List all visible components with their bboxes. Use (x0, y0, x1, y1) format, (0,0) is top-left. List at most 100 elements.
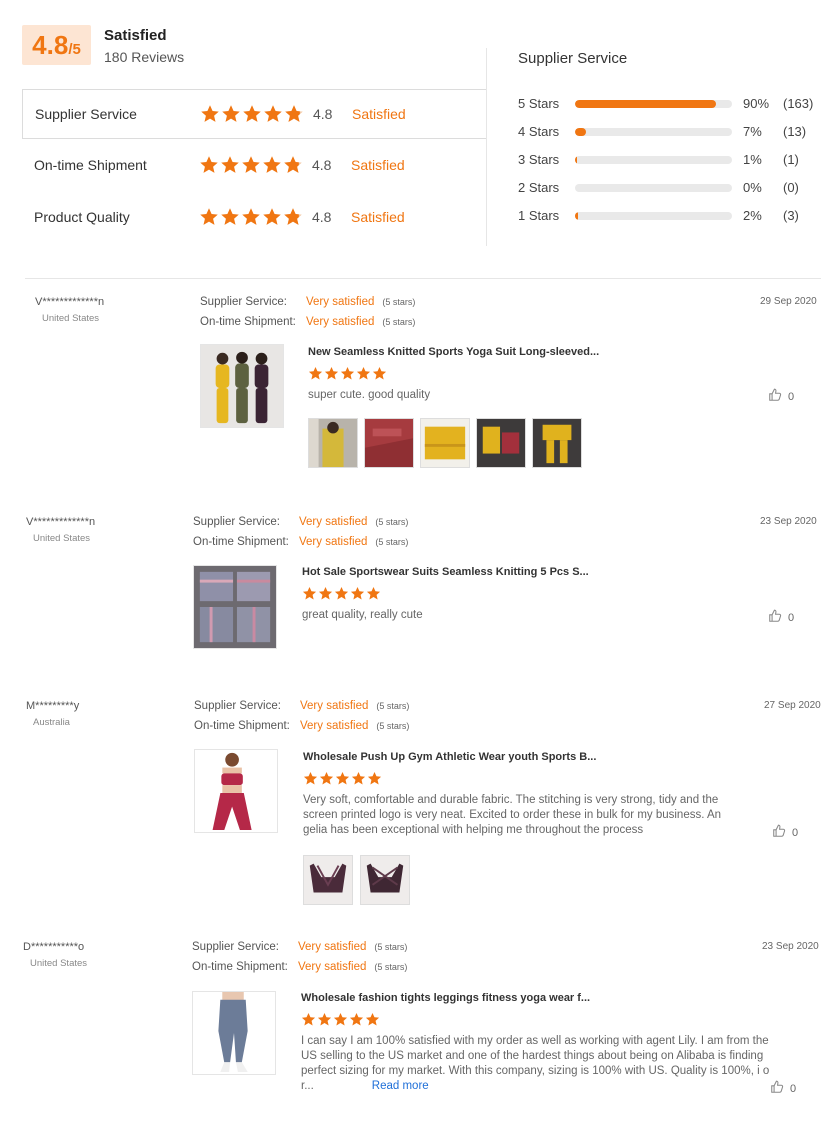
distribution-percent: 90% (743, 96, 770, 111)
star-icon (301, 1012, 316, 1027)
review-photos (303, 855, 410, 905)
distribution-count: (0) (783, 180, 799, 195)
distribution-fill (575, 100, 717, 108)
like-button[interactable]: 0 (770, 1080, 796, 1097)
product-image (193, 992, 275, 1074)
star-icon (317, 1012, 332, 1027)
like-count: 0 (792, 826, 799, 839)
like-button[interactable]: 0 (768, 609, 794, 626)
distribution-count: (1) (783, 152, 799, 167)
product-title[interactable]: Wholesale Push Up Gym Athletic Wear yout… (303, 751, 596, 763)
shipment-rating: On-time Shipment: Very satisfied (5 stars) (194, 720, 409, 732)
meta-value: Very satisfied (306, 316, 375, 328)
meta-label: On-time Shipment: (192, 961, 288, 973)
like-button[interactable]: 0 (772, 824, 798, 841)
category-stars (199, 155, 303, 175)
star-icon (350, 586, 365, 601)
category-name: On-time Shipment (34, 157, 147, 173)
like-button[interactable]: 0 (768, 388, 794, 405)
review-stars (302, 586, 381, 601)
distribution-label: 4 Stars (518, 124, 560, 139)
distribution-row-5: 5 Stars 90% (163) (518, 94, 818, 114)
product-image (194, 566, 276, 648)
category-product-quality[interactable]: Product Quality 4.8 Satisfied (22, 193, 486, 243)
star-half-icon (283, 155, 303, 175)
meta-stars: (5 stars) (376, 721, 410, 731)
meta-value: Very satisfied (299, 536, 368, 548)
reviews-divider (25, 278, 821, 279)
review-text: super cute. good quality (308, 389, 431, 401)
category-status: Satisfied (351, 157, 405, 173)
review-photo[interactable] (308, 418, 358, 468)
star-icon (221, 104, 241, 124)
like-count: 0 (788, 611, 795, 624)
distribution-label: 3 Stars (518, 152, 560, 167)
distribution-count: (163) (783, 96, 814, 111)
star-icon (365, 1012, 380, 1027)
summary-divider (486, 48, 487, 246)
product-thumbnail[interactable] (194, 749, 278, 833)
supplier-service-rating: Supplier Service: Very satisfied (5 stars) (194, 700, 409, 712)
reviewer-name: D***********o (23, 941, 85, 953)
star-icon (335, 771, 350, 786)
star-icon (324, 366, 339, 381)
review-photo[interactable] (476, 418, 526, 468)
distribution-percent: 1% (743, 152, 762, 167)
meta-label: Supplier Service: (200, 296, 287, 308)
star-half-icon (283, 207, 303, 227)
star-icon (263, 104, 283, 124)
product-title[interactable]: Wholesale fashion tights leggings fitnes… (301, 992, 590, 1004)
supplier-service-rating: Supplier Service: Very satisfied (5 stars) (192, 941, 407, 953)
review-photo[interactable] (532, 418, 582, 468)
distribution-label: 2 Stars (518, 180, 560, 195)
star-icon (349, 1012, 364, 1027)
review-photo[interactable] (420, 418, 470, 468)
star-icon (200, 104, 220, 124)
star-icon (366, 586, 381, 601)
review-date: 23 Sep 2020 (762, 941, 819, 952)
thumbs-up-icon (772, 824, 786, 841)
meta-value: Very satisfied (298, 961, 367, 973)
meta-value: Very satisfied (300, 700, 369, 712)
distribution-row-2: 2 Stars 0% (0) (518, 178, 818, 198)
review-date: 27 Sep 2020 (764, 700, 821, 711)
distribution-track (575, 212, 732, 220)
distribution-percent: 7% (743, 124, 762, 139)
review-text: I can say I am 100% satisfied with my or… (301, 1034, 773, 1094)
star-icon (199, 155, 219, 175)
like-count: 0 (790, 1082, 797, 1095)
thumbs-up-icon (768, 609, 782, 626)
product-thumbnail[interactable] (192, 991, 276, 1075)
reviewer-name: M*********y (26, 700, 80, 712)
product-thumbnail[interactable] (200, 344, 284, 428)
star-icon (262, 155, 282, 175)
distribution-label: 1 Stars (518, 208, 560, 223)
distribution-track (575, 100, 732, 108)
category-ontime-shipment[interactable]: On-time Shipment 4.8 Satisfied (22, 141, 486, 191)
star-icon (199, 207, 219, 227)
review-photo[interactable] (303, 855, 353, 905)
star-icon (308, 366, 323, 381)
star-icon (356, 366, 371, 381)
product-title[interactable]: Hot Sale Sportswear Suits Seamless Knitt… (302, 566, 589, 578)
star-icon (319, 771, 334, 786)
distribution-track (575, 184, 732, 192)
category-name: Supplier Service (35, 106, 137, 122)
distribution-percent: 0% (743, 180, 762, 195)
review-date: 23 Sep 2020 (760, 516, 817, 527)
meta-stars: (5 stars) (382, 297, 416, 307)
meta-stars: (5 stars) (374, 962, 408, 972)
review-stars (301, 1012, 380, 1027)
product-title[interactable]: New Seamless Knitted Sports Yoga Suit Lo… (308, 346, 599, 358)
reviewer-name: V*************n (26, 516, 96, 528)
meta-stars: (5 stars) (382, 317, 416, 327)
overall-label: Satisfied (104, 27, 167, 44)
read-more-link[interactable]: Read more (372, 1080, 429, 1092)
star-icon (333, 1012, 348, 1027)
product-thumbnail[interactable] (193, 565, 277, 649)
review-photo[interactable] (360, 855, 410, 905)
shipment-rating: On-time Shipment: Very satisfied (5 stars) (192, 961, 407, 973)
review-photo[interactable] (364, 418, 414, 468)
meta-stars: (5 stars) (375, 517, 409, 527)
category-supplier-service[interactable]: Supplier Service 4.8 Satisfied (22, 89, 486, 139)
